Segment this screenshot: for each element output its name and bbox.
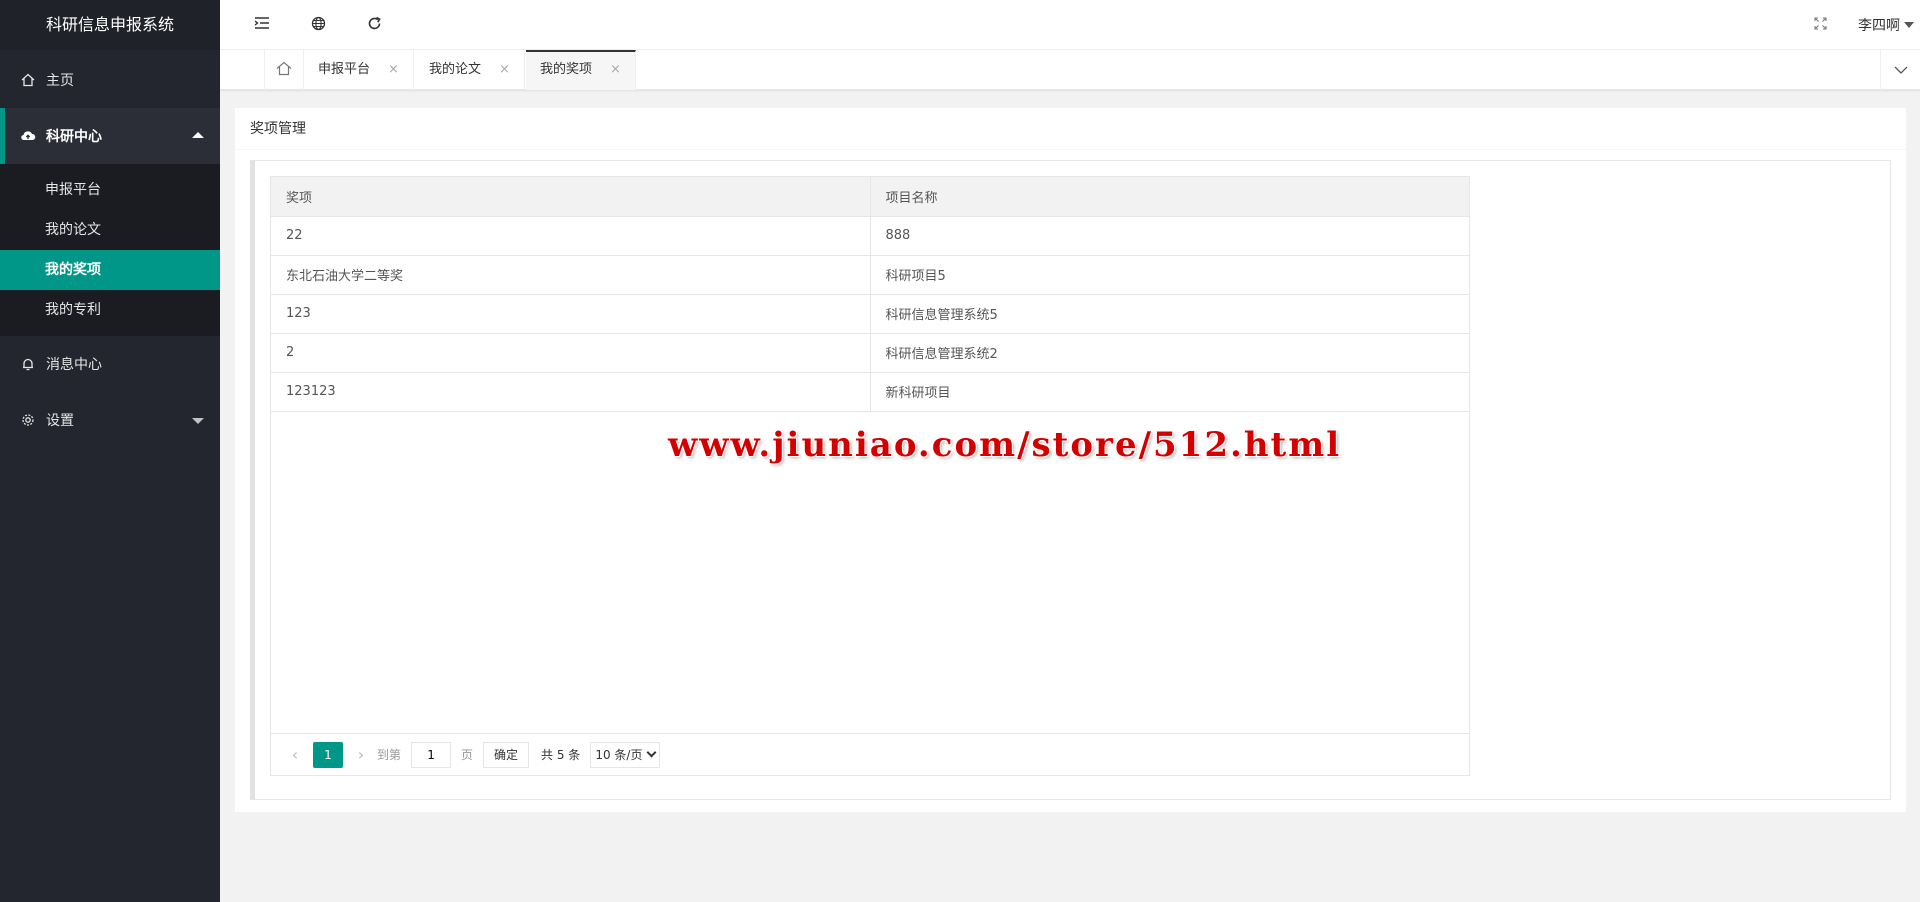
user-menu[interactable]: 李四啊	[1858, 15, 1914, 35]
home-icon	[20, 72, 36, 88]
sidebar-item-my-patents[interactable]: 我的专利	[0, 290, 220, 330]
sidebar-item-label: 消息中心	[46, 357, 102, 373]
caret-up-icon	[192, 132, 204, 138]
tab-my-awards[interactable]: 我的奖项 ×	[526, 50, 636, 90]
confirm-goto-button[interactable]: 确定	[483, 741, 530, 768]
prev-page-button[interactable]: ‹	[285, 742, 305, 768]
user-name: 李四啊	[1858, 18, 1900, 34]
cell-award: 22	[271, 216, 871, 256]
table-row[interactable]: 东北石油大学二等奖 科研项目5	[271, 255, 1469, 295]
bell-icon	[20, 356, 36, 372]
tab-label: 我的奖项	[540, 62, 593, 77]
panel-body: 奖项 项目名称 22 888 东北石油大学二等奖 科研项目5 123 科研信息管…	[250, 160, 1891, 800]
awards-table: 奖项 项目名称 22 888 东北石油大学二等奖 科研项目5 123 科研信息管…	[270, 176, 1470, 776]
refresh-icon	[367, 16, 382, 35]
tab-my-papers[interactable]: 我的论文 ×	[415, 50, 525, 90]
website-button[interactable]	[306, 13, 330, 37]
refresh-button[interactable]	[362, 13, 386, 37]
cell-project-name: 科研项目5	[870, 255, 1469, 295]
sidebar-item-label: 科研中心	[46, 129, 102, 145]
column-header-project-name[interactable]: 项目名称	[870, 177, 1469, 217]
close-icon[interactable]: ×	[388, 62, 399, 77]
caret-down-icon	[1904, 22, 1914, 28]
panel-title: 奖项管理	[235, 108, 1906, 150]
sidebar-item-research-center[interactable]: 科研中心	[0, 108, 220, 164]
sidebar-item-message-center[interactable]: 消息中心	[0, 336, 220, 392]
cell-award: 123	[271, 294, 871, 334]
research-submenu: 申报平台 我的论文 我的奖项 我的专利	[0, 164, 220, 336]
top-header: 李四啊	[220, 0, 1920, 50]
sidebar: 科研信息申报系统 主页 科研中心 申报平台 我的论文 我的奖项 我的专利 消息中…	[0, 0, 220, 902]
cell-award: 东北石油大学二等奖	[271, 255, 871, 295]
sidebar-item-label: 设置	[46, 413, 74, 429]
tab-label: 我的论文	[429, 62, 482, 77]
close-icon[interactable]: ×	[499, 62, 510, 77]
page-unit-label: 页	[461, 748, 474, 762]
column-header-award[interactable]: 奖项	[271, 177, 871, 217]
sidebar-item-label: 主页	[46, 73, 74, 89]
globe-icon	[311, 16, 326, 35]
gear-icon	[20, 412, 36, 428]
cell-project-name: 科研信息管理系统2	[870, 333, 1469, 373]
sidebar-item-settings[interactable]: 设置	[0, 392, 220, 448]
sidebar-item-apply-platform[interactable]: 申报平台	[0, 170, 220, 210]
home-icon	[276, 61, 292, 80]
table-row[interactable]: 22 888	[271, 216, 1469, 256]
tab-apply-platform[interactable]: 申报平台 ×	[304, 50, 414, 90]
cloud-upload-icon	[20, 128, 36, 144]
page-number-current[interactable]: 1	[313, 741, 343, 768]
indent-icon	[254, 16, 270, 34]
sidebar-item-home[interactable]: 主页	[0, 52, 220, 108]
caret-down-icon	[192, 418, 204, 424]
next-page-button[interactable]: ›	[351, 742, 371, 768]
sidebar-item-my-awards[interactable]: 我的奖项	[0, 250, 220, 290]
tab-label: 申报平台	[318, 62, 371, 77]
goto-page-input[interactable]	[411, 741, 452, 768]
cell-award: 123123	[271, 372, 871, 412]
cell-project-name: 科研信息管理系统5	[870, 294, 1469, 334]
close-icon[interactable]: ×	[610, 62, 621, 77]
cell-award: 2	[271, 333, 871, 373]
table-row[interactable]: 123123 新科研项目	[271, 372, 1469, 412]
goto-label: 到第	[377, 748, 402, 762]
page-size-select[interactable]: 10 条/页	[590, 741, 661, 768]
tab-home[interactable]	[264, 50, 304, 90]
page-size-value: 10 条/页	[595, 748, 643, 762]
watermark-text: www.jiuniao.com/store/512.html	[668, 425, 1342, 465]
table-header-row: 奖项 项目名称	[271, 177, 1469, 217]
cell-project-name: 888	[870, 216, 1469, 256]
chevron-down-icon	[1894, 62, 1908, 78]
total-count: 共 5 条	[541, 748, 581, 762]
fullscreen-icon	[1813, 16, 1827, 34]
cell-project-name: 新科研项目	[870, 372, 1469, 412]
fullscreen-button[interactable]	[1808, 13, 1832, 37]
table-row[interactable]: 123 科研信息管理系统5	[271, 294, 1469, 334]
tabs-more-button[interactable]	[1880, 50, 1920, 90]
sidebar-item-my-papers[interactable]: 我的论文	[0, 210, 220, 250]
menu-toggle-button[interactable]	[250, 13, 274, 37]
tab-bar: 申报平台 × 我的论文 × 我的奖项 ×	[220, 50, 1920, 90]
app-title: 科研信息申报系统	[0, 0, 220, 50]
chevron-down-icon	[647, 747, 657, 758]
table-row[interactable]: 2 科研信息管理系统2	[271, 333, 1469, 373]
pagination: ‹ 1 › 到第 页 确定 共 5 条 10 条/页	[271, 733, 1469, 775]
